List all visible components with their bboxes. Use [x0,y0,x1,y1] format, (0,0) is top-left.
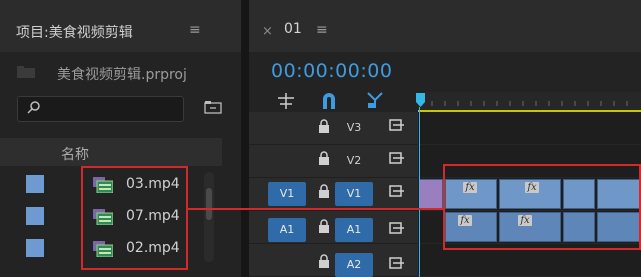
highlight-box-clips [81,166,188,270]
timeline-panel-header [249,0,641,52]
close-icon[interactable]: × [262,24,273,39]
insert-icon[interactable] [277,93,295,109]
project-panel-title[interactable]: 项目:美食视频剪辑 [16,22,133,42]
source-patch-a1[interactable]: A1 [268,218,306,242]
panel-divider[interactable] [241,0,249,277]
folder-icon [17,66,35,78]
sequence-tab-label[interactable]: 01 [284,21,302,37]
project-file-name: 美食视频剪辑.prproj [57,67,187,83]
label-color-swatch[interactable] [26,175,44,193]
time-ruler-ticks [431,101,628,106]
search-icon [27,101,40,114]
lock-icon[interactable] [318,151,330,165]
video-clip[interactable] [419,179,443,209]
track-target-a2[interactable]: A2 [335,253,373,277]
new-bin-icon[interactable] [204,100,222,114]
track-output-icon[interactable] [389,184,405,198]
timecode-display[interactable]: 00:00:00:00 [271,60,392,82]
magnet-icon[interactable] [321,92,337,109]
lock-icon[interactable] [318,184,330,198]
track-target-v3[interactable]: V3 [335,116,373,140]
lock-icon[interactable] [318,254,330,268]
timeline-menu-icon[interactable]: ≡ [316,22,328,38]
track-target-v1[interactable]: V1 [335,182,373,206]
lock-icon[interactable] [318,219,330,233]
track-output-icon[interactable] [389,118,405,132]
scrollbar-thumb[interactable] [206,188,212,220]
project-panel-menu-icon[interactable]: ≡ [189,22,201,38]
marker-icon[interactable] [367,92,383,109]
playhead-line[interactable] [419,107,420,277]
label-color-swatch[interactable] [26,207,44,225]
playhead-handle[interactable] [416,93,425,107]
track-output-icon[interactable] [389,221,405,235]
track-output-icon[interactable] [389,256,405,270]
track-target-a1[interactable]: A1 [335,218,373,242]
highlight-box-timeline [443,164,641,250]
lock-icon[interactable] [318,119,330,133]
label-color-swatch[interactable] [26,239,44,257]
column-header[interactable] [0,138,222,166]
column-name-label: 名称 [61,147,89,163]
highlight-connector [186,208,444,210]
source-patch-v1[interactable]: V1 [268,182,306,206]
track-lane-v3[interactable] [418,112,641,145]
track-output-icon[interactable] [389,151,405,165]
track-target-v2[interactable]: V2 [335,149,373,173]
search-input[interactable] [17,96,184,122]
